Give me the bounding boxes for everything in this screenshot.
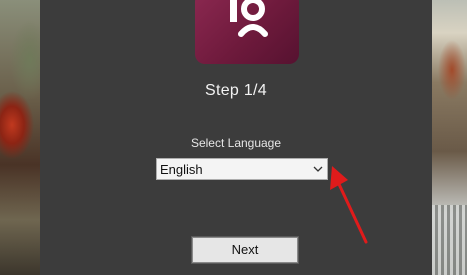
next-button[interactable]: Next [191,236,299,264]
red-arrow-icon [330,166,368,244]
step-title: Step 1/4 [204,82,267,99]
language-label: Select Language [190,136,282,150]
background-photo-left [0,0,40,275]
chevron-down-icon[interactable] [309,159,327,179]
installer-window: Step 1/4 Select Language English Next [40,0,432,275]
background-stripes [432,205,467,275]
language-selected-value: English [160,161,203,177]
app-logo-icon [195,0,299,64]
language-dropdown[interactable]: English [156,158,328,180]
background-photo-right [432,0,467,275]
